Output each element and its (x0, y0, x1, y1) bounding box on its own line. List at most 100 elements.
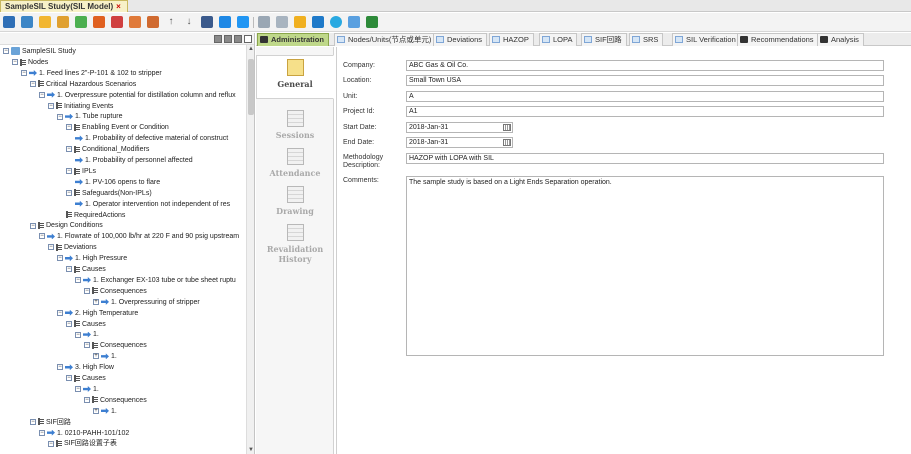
tree-node[interactable]: − Nodes (12, 57, 48, 68)
hazard-icon[interactable] (111, 16, 123, 28)
collapse-toggle-icon[interactable]: − (84, 287, 90, 294)
collapse-toggle-icon[interactable]: − (75, 331, 81, 338)
document-tab[interactable]: SampleSIL Study(SIL Model) × (0, 0, 128, 12)
collapse-toggle-icon[interactable]: − (84, 396, 90, 403)
tree-node[interactable]: − Safeguards(Non-IPLs) (66, 188, 152, 199)
table-icon[interactable] (237, 16, 249, 28)
tree-node[interactable]: − Conditional_Modifiers (66, 144, 149, 155)
tree-node[interactable]: − Initiating Events (48, 101, 113, 112)
tree-node[interactable]: − Consequences (84, 286, 147, 297)
tree-node[interactable]: − 1. Tube rupture (57, 111, 122, 122)
tree-node[interactable]: − SampleSIL Study (3, 46, 76, 57)
side-nav-general[interactable]: General (256, 55, 334, 99)
side-nav-revalidation-history[interactable]: Revalidation History (256, 221, 334, 264)
collapse-toggle-icon[interactable]: − (12, 59, 18, 66)
tab-nodes-units[interactable]: Nodes/Units(节点或单元) (334, 33, 437, 46)
tree-node[interactable]: +1. Overpressuring of stripper (93, 297, 200, 308)
delete-icon[interactable] (201, 16, 213, 28)
tree-node[interactable]: − 3. High Flow (57, 362, 114, 373)
unit-field[interactable]: A (406, 91, 884, 102)
scroll-down-icon[interactable]: ▼ (247, 446, 254, 454)
tree-node[interactable]: +1. (93, 351, 117, 362)
refresh-icon[interactable] (312, 16, 324, 28)
filter-icon[interactable] (234, 35, 242, 43)
expand-toggle-icon[interactable]: + (93, 353, 99, 360)
tree-scrollbar[interactable]: ▲ ▼ (246, 45, 254, 454)
start-date-field[interactable]: 2018-Jan-31 (406, 122, 513, 133)
move-down-icon[interactable]: ↓ (183, 16, 195, 28)
tree-node[interactable]: − Causes (66, 373, 106, 384)
excel-icon[interactable] (366, 16, 378, 28)
collapse-toggle-icon[interactable]: − (57, 364, 63, 371)
collapse-toggle-icon[interactable]: − (75, 386, 81, 393)
end-date-field[interactable]: 2018-Jan-31 (406, 137, 513, 148)
tree-node[interactable]: − SIF回路设置子表 (48, 438, 117, 449)
tree-node[interactable]: − Causes (66, 319, 106, 330)
collapse-toggle-icon[interactable]: − (39, 91, 45, 98)
collapse-all-icon[interactable] (224, 35, 232, 43)
tree-node[interactable]: − 1. (75, 329, 99, 340)
chart-icon[interactable] (276, 16, 288, 28)
collapse-toggle-icon[interactable]: − (66, 124, 72, 131)
zoom-icon[interactable] (348, 16, 360, 28)
tree-node[interactable]: − 1. 0210-PAHH-101/102 (39, 428, 129, 439)
collapse-toggle-icon[interactable]: − (48, 440, 54, 447)
add-icon[interactable] (75, 16, 87, 28)
expand-toggle-icon[interactable]: + (93, 298, 99, 305)
tree-node[interactable]: − Consequences (84, 340, 147, 351)
tree-node[interactable]: − 1. Overpressure potential for distillat… (39, 90, 236, 101)
collapse-toggle-icon[interactable]: − (30, 80, 36, 87)
collapse-toggle-icon[interactable]: − (30, 222, 36, 229)
fire-icon[interactable] (93, 16, 105, 28)
move-up-icon[interactable]: ↑ (165, 16, 177, 28)
tree-node[interactable]: − 2. High Temperature (57, 308, 138, 319)
save-icon[interactable] (3, 16, 15, 28)
collapse-toggle-icon[interactable]: − (3, 48, 9, 55)
tree-node[interactable]: 1. Operator intervention not independent… (75, 199, 230, 210)
tree-node[interactable]: − 1. Flowrate of 100,000 lb/hr at 220 F a… (39, 231, 239, 242)
collapse-toggle-icon[interactable]: − (57, 309, 63, 316)
collapse-toggle-icon[interactable]: − (48, 244, 54, 251)
folder-icon[interactable] (39, 16, 51, 28)
methodology-field[interactable]: HAZOP with LOPA with SIL (406, 153, 884, 164)
calendar-icon[interactable] (503, 124, 511, 131)
tab-sif[interactable]: SIF回路 (581, 33, 627, 46)
collapse-toggle-icon[interactable]: − (66, 375, 72, 382)
tree-node[interactable]: 1. PV-106 opens to flare (75, 177, 160, 188)
collapse-toggle-icon[interactable]: − (66, 320, 72, 327)
maximize-icon[interactable] (244, 35, 252, 43)
tree-node[interactable]: − Enabling Event or Condition (66, 122, 169, 133)
side-nav-sessions[interactable]: Sessions (256, 107, 334, 140)
tree-node[interactable]: − 1. Exchanger EX-103 tube or tube sheet … (75, 275, 236, 286)
tab-deviations[interactable]: Deviations (433, 33, 488, 46)
tree-node[interactable]: − Critical Hazardous Scenarios (30, 79, 136, 90)
collapse-toggle-icon[interactable]: − (75, 277, 81, 284)
collapse-toggle-icon[interactable]: − (66, 146, 72, 153)
close-icon[interactable]: × (116, 2, 121, 11)
scrollbar-thumb[interactable] (248, 59, 254, 115)
tree-node[interactable]: − Consequences (84, 395, 147, 406)
tree-node[interactable]: RequiredActions (66, 210, 125, 221)
tab-administration[interactable]: Administration (257, 33, 329, 46)
collapse-toggle-icon[interactable]: − (39, 233, 45, 240)
tab-srs[interactable]: SRS (629, 33, 664, 46)
collapse-toggle-icon[interactable]: − (21, 69, 27, 76)
tree-node[interactable]: − 1. Feed lines 2"-P-101 & 102 to strippe… (21, 68, 162, 79)
tree-node[interactable]: +1. (93, 406, 117, 417)
expand-toggle-icon[interactable]: + (93, 407, 99, 414)
tree-node[interactable]: − Design Conditions (30, 220, 103, 231)
collapse-toggle-icon[interactable]: − (48, 102, 54, 109)
collapse-toggle-icon[interactable]: − (57, 255, 63, 262)
collapse-toggle-icon[interactable]: − (66, 189, 72, 196)
tab-hazop[interactable]: HAZOP (489, 33, 534, 46)
expand-all-icon[interactable] (214, 35, 222, 43)
tab-analysis[interactable]: Analysis (817, 33, 864, 46)
grid-icon[interactable] (258, 16, 270, 28)
link-icon[interactable] (219, 16, 231, 28)
tree-node[interactable]: − Causes (66, 264, 106, 275)
location-field[interactable]: Small Town USA (406, 75, 884, 86)
scroll-up-icon[interactable]: ▲ (247, 45, 254, 53)
tree-node[interactable]: − IPLs (66, 166, 96, 177)
side-nav-attendance[interactable]: Attendance (256, 145, 334, 178)
tree-node[interactable]: − 1. (75, 384, 99, 395)
